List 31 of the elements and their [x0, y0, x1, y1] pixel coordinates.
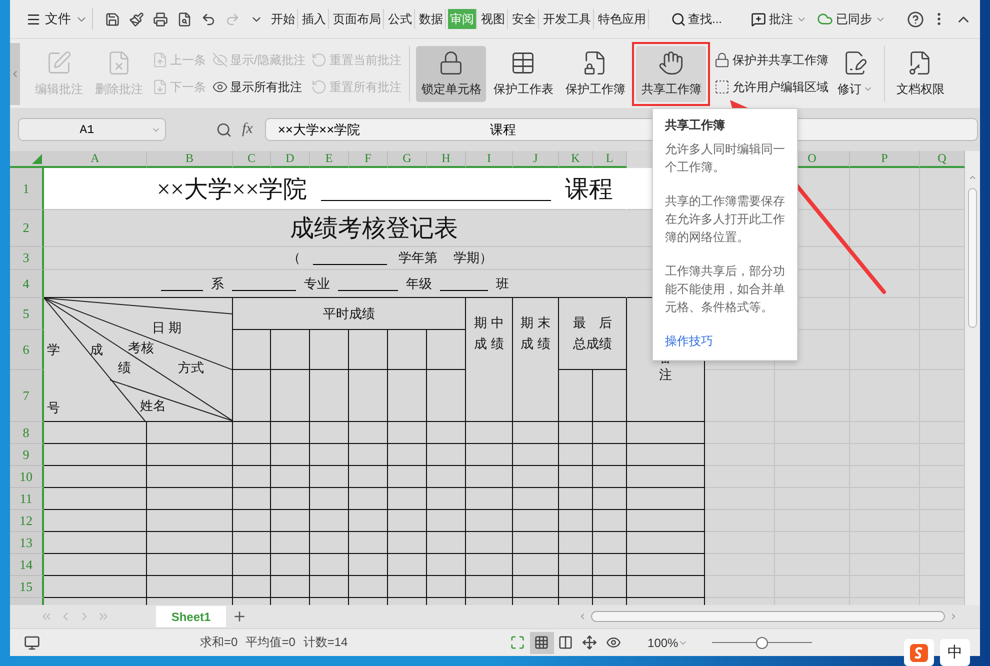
column-title: 期 中: [474, 314, 504, 332]
column-title: 成 绩: [520, 335, 550, 353]
column-title: 最 后: [573, 314, 612, 332]
column-title: 成 绩: [474, 335, 504, 353]
header-label: 学: [47, 342, 60, 357]
term-label: 学年第: [398, 249, 438, 267]
header-label: 号: [47, 400, 60, 415]
class-label: 系: [211, 274, 224, 292]
course-label: 课程: [565, 176, 614, 204]
status-stat: 计数=14: [303, 634, 348, 651]
header-label: 考核: [128, 340, 154, 355]
form-title: 成绩考核登记表: [290, 215, 458, 244]
class-label: 年级: [406, 274, 432, 292]
tooltip-title: 共享工作簿: [665, 117, 726, 134]
tooltip-text: 工作簿共享后，部分功能不能使用，如合并单元格、条件格式等。: [665, 263, 786, 316]
header-label: 成: [90, 342, 103, 357]
class-label: 专业: [304, 274, 330, 292]
status-stat: 平均值=0: [246, 634, 296, 651]
class-label: 班: [496, 274, 509, 292]
status-stat: 求和=0: [200, 634, 238, 651]
column-title: 期 末: [520, 314, 550, 332]
header-label: 姓名: [140, 398, 166, 413]
term-label: 学期）: [454, 249, 492, 267]
column-title: 总成绩: [573, 335, 612, 353]
header-label: 绩: [118, 360, 131, 375]
column-title: 平时成绩: [323, 304, 375, 322]
header-label: 方式: [178, 360, 204, 375]
sheet-title: ××大学××学院: [156, 176, 308, 204]
header-label: 日 期: [152, 320, 182, 335]
bracket-text: （: [288, 249, 300, 267]
tooltip-text: 共享的工作簿需要保存在允许多人打开此工作簿的网络位置。: [665, 193, 786, 246]
